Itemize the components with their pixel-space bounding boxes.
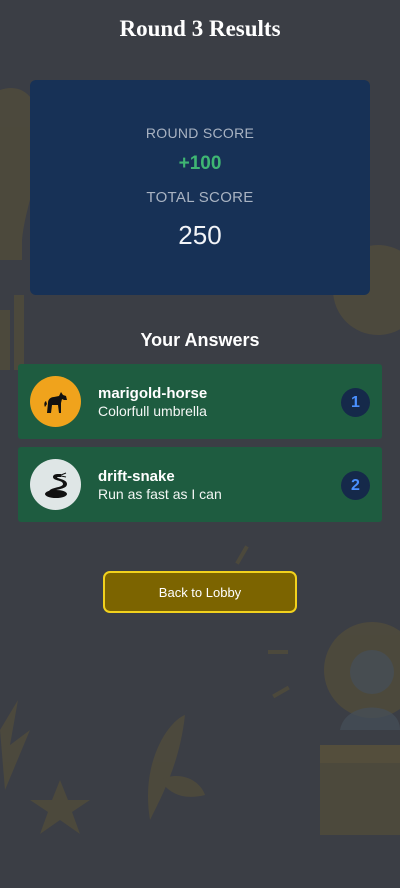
player-name: drift-snake	[98, 468, 175, 485]
leaf-doodle	[148, 715, 185, 820]
total-score-label: TOTAL SCORE	[146, 189, 254, 206]
player-avatar	[30, 376, 81, 427]
page-title: Round 3 Results	[119, 16, 281, 41]
rank-badge: 2	[341, 471, 370, 500]
lightning-doodle	[0, 700, 30, 790]
snake-icon	[44, 472, 67, 498]
dash-doodle-2	[272, 685, 290, 699]
lightbulb-base-doodle	[0, 240, 22, 260]
star-doodle	[30, 780, 90, 834]
leaf-doodle-2	[160, 775, 205, 797]
total-score-value: 250	[178, 220, 222, 250]
plant-pot-rim-doodle	[320, 745, 400, 763]
dash-doodle	[268, 650, 288, 654]
dash-doodle-3	[235, 545, 249, 565]
answer-card: drift-snake Run as fast as I can 2	[18, 447, 382, 522]
round-score-value: +100	[178, 153, 222, 174]
score-card: ROUND SCORE +100 TOTAL SCORE 250	[30, 80, 370, 295]
player-name: marigold-horse	[98, 385, 208, 402]
back-to-lobby-button[interactable]: Back to Lobby	[103, 571, 297, 613]
answer-card: marigold-horse Colorfull umbrella 1	[18, 364, 382, 439]
horse-icon	[43, 391, 67, 413]
answers-heading: Your Answers	[140, 330, 260, 350]
answer-text: Run as fast as I can	[98, 486, 222, 502]
player-avatar	[30, 459, 81, 510]
round-score-label: ROUND SCORE	[145, 125, 255, 141]
rank-badge: 1	[341, 388, 370, 417]
answer-text: Colorfull umbrella	[98, 403, 207, 419]
person-doodle-head	[350, 650, 394, 694]
